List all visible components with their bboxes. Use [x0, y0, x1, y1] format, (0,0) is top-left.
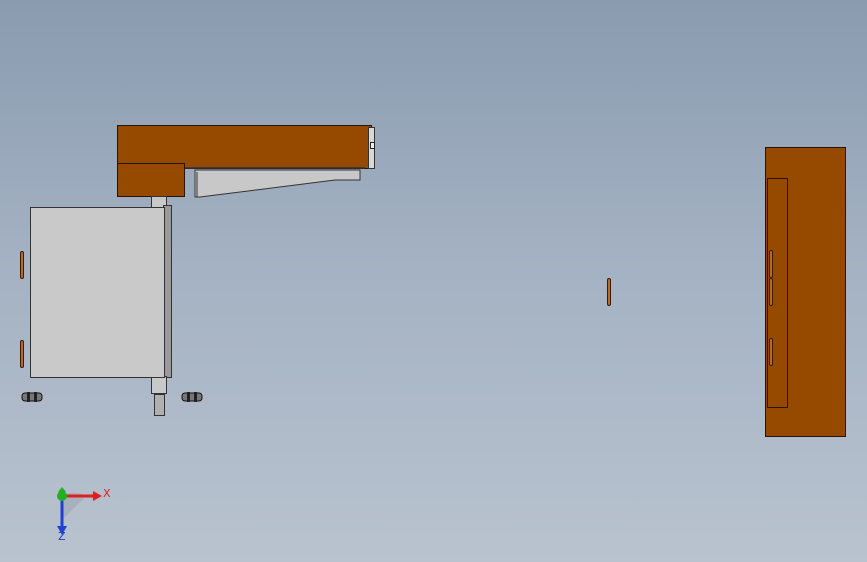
- triad-z-label: Z: [58, 530, 66, 543]
- right-slot-2: [769, 278, 773, 306]
- fastener-right-icon: [181, 392, 203, 402]
- cad-viewport[interactable]: X Z: [0, 0, 867, 562]
- left-slot-upper: [20, 251, 24, 279]
- center-slot-marker[interactable]: [607, 278, 611, 306]
- right-slot-3: [769, 338, 773, 366]
- shaft-rod: [154, 394, 165, 416]
- fastener-left-icon: [21, 392, 43, 402]
- triad-x-label: X: [103, 487, 111, 500]
- support-bracket[interactable]: [185, 160, 365, 200]
- steel-cabinet[interactable]: [30, 207, 165, 378]
- triad-y-arrow-icon: [57, 487, 67, 501]
- top-arm-end-knob: [370, 142, 375, 149]
- top-arm-drop[interactable]: [117, 163, 185, 197]
- left-slot-lower: [20, 340, 24, 368]
- shaft-collar-bottom: [151, 376, 167, 394]
- right-slot-1: [769, 250, 773, 278]
